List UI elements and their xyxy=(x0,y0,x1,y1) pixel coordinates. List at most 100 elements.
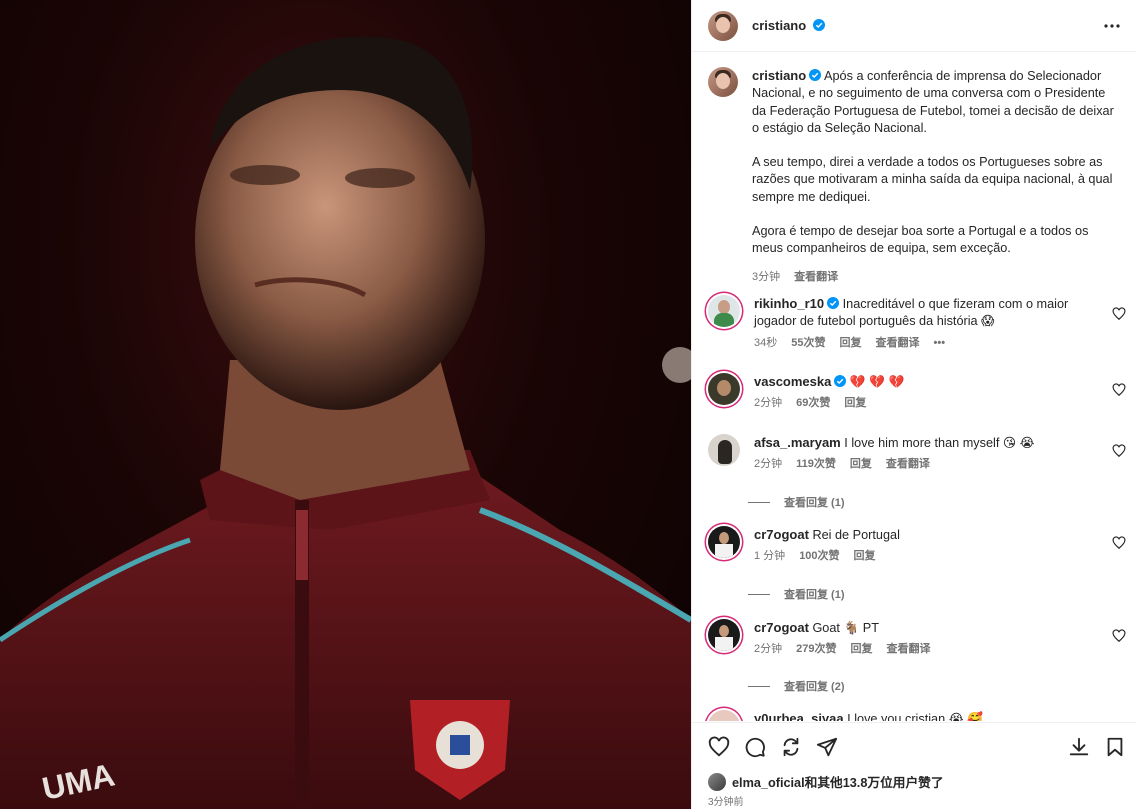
action-bar xyxy=(692,722,1136,770)
liker-avatar xyxy=(708,772,726,791)
comment-body: cr7ogoat Rei de Portugal 1 分钟 100次赞 回复 xyxy=(754,526,1114,566)
post-photo[interactable]: UMA xyxy=(0,0,691,809)
heart-icon[interactable] xyxy=(1112,307,1126,321)
post-header: cristiano xyxy=(692,0,1136,52)
verified-icon xyxy=(834,375,847,387)
comment-time: 2分钟 xyxy=(754,397,783,410)
caption-time: 3分钟 xyxy=(752,270,781,283)
commenter-username[interactable]: cr7ogoat xyxy=(754,620,809,635)
commenter-username[interactable]: y0urbea_siyaa xyxy=(754,711,844,721)
caption-paragraph: A seu tempo, direi a verdade a todos os … xyxy=(752,155,1113,204)
heart-icon[interactable] xyxy=(1112,629,1126,643)
bookmark-icon[interactable] xyxy=(1104,736,1126,758)
commenter-avatar[interactable] xyxy=(708,373,740,405)
caption-meta: 3分钟 查看翻译 xyxy=(752,269,1120,286)
comment-item: afsa_.maryam I love him more than myself… xyxy=(692,434,1136,474)
comment-meta: 2分钟 69次赞 回复 xyxy=(754,395,1114,412)
likes-summary[interactable]: elma_oficial和其他13.8万位用户赞了 xyxy=(708,772,944,791)
verified-icon xyxy=(809,69,822,81)
caption-paragraph: Agora é tempo de desejar boa sorte a Por… xyxy=(752,224,1089,256)
commenter-avatar[interactable] xyxy=(708,710,740,721)
reply-button[interactable]: 回复 xyxy=(844,395,866,412)
photo-illustration: UMA xyxy=(0,36,691,809)
heart-icon[interactable] xyxy=(708,736,730,758)
caption-paragraph: cristiano Após a conferência de imprensa… xyxy=(752,67,1120,137)
comment-item: cr7ogoat Rei de Portugal 1 分钟 100次赞 回复 xyxy=(692,526,1136,566)
author-username[interactable]: cristiano xyxy=(752,18,806,33)
send-icon[interactable] xyxy=(816,736,838,758)
post-time: 3分钟前 xyxy=(708,797,744,808)
share-icon[interactable] xyxy=(780,736,802,758)
author-name-block: cristiano xyxy=(752,18,1102,33)
comment-meta: 2分钟 119次赞 回复 查看翻译 xyxy=(754,456,1114,473)
comment-likes[interactable]: 69次赞 xyxy=(796,395,830,412)
heart-icon[interactable] xyxy=(1112,383,1126,397)
reply-button[interactable]: 回复 xyxy=(840,335,862,352)
instagram-post-viewer: UMA cristiano cristiano Após a conferênc… xyxy=(0,0,1136,809)
reply-button[interactable]: 回复 xyxy=(850,641,872,658)
commenter-username[interactable]: vascomeska xyxy=(754,374,831,389)
view-replies-button[interactable]: 查看回复 (2) xyxy=(748,678,845,694)
caption-text: Após a conferência de imprensa do Seleci… xyxy=(752,69,1114,135)
reply-button[interactable]: 回复 xyxy=(850,456,872,473)
comment-text: Rei de Portugal xyxy=(812,528,900,542)
comment-item: cr7ogoat Goat 🐐 PT 2分钟 279次赞 回复 查看翻译 xyxy=(692,619,1136,659)
comment-meta: 2分钟 279次赞 回复 查看翻译 xyxy=(754,641,1114,658)
translate-button[interactable]: 查看翻译 xyxy=(794,269,838,286)
verified-icon xyxy=(812,19,825,31)
comment-more-icon[interactable]: ••• xyxy=(934,335,946,352)
caption-username[interactable]: cristiano xyxy=(752,68,806,83)
reply-button[interactable]: 回复 xyxy=(854,548,876,565)
commenter-avatar[interactable] xyxy=(708,619,740,651)
comment-item: y0urbea_siyaa I love you cristian 😭 🥰 xyxy=(692,710,1136,721)
comment-likes[interactable]: 279次赞 xyxy=(796,641,836,658)
comment-item: vascomeska 💔 💔 💔 2分钟 69次赞 回复 xyxy=(692,373,1136,413)
commenter-avatar[interactable] xyxy=(708,434,740,466)
comment-item: rikinho_r10 Inacreditável o que fizeram … xyxy=(692,295,1136,352)
translate-button[interactable]: 查看翻译 xyxy=(876,335,920,352)
commenter-avatar[interactable] xyxy=(708,526,740,558)
caption-avatar[interactable] xyxy=(708,67,738,97)
post-panel: cristiano cristiano Após a conferência d… xyxy=(691,0,1136,809)
commenter-username[interactable]: rikinho_r10 xyxy=(754,296,824,311)
translate-button[interactable]: 查看翻译 xyxy=(886,456,930,473)
verified-icon xyxy=(827,297,840,309)
heart-icon[interactable] xyxy=(1112,444,1126,458)
comment-likes[interactable]: 100次赞 xyxy=(799,548,839,565)
comment-body: y0urbea_siyaa I love you cristian 😭 🥰 xyxy=(754,710,1114,721)
comment-text: I love you cristian 😭 🥰 xyxy=(847,712,983,721)
comment-likes[interactable]: 119次赞 xyxy=(796,456,836,473)
comment-meta: 34秒 55次赞 回复 查看翻译 ••• xyxy=(754,335,1114,352)
caption-body: cristiano Após a conferência de imprensa… xyxy=(752,67,1120,286)
more-icon[interactable] xyxy=(1102,16,1122,36)
likes-text: elma_oficial和其他13.8万位用户赞了 xyxy=(732,776,944,790)
comment-body: rikinho_r10 Inacreditável o que fizeram … xyxy=(754,295,1114,352)
view-replies-label: 查看回复 (2) xyxy=(784,681,845,693)
author-avatar[interactable] xyxy=(708,10,738,41)
comment-text: 💔 💔 💔 xyxy=(849,375,905,389)
commenter-username[interactable]: cr7ogoat xyxy=(754,527,809,542)
comment-time: 2分钟 xyxy=(754,458,783,471)
download-icon[interactable] xyxy=(1068,736,1090,758)
comment-likes[interactable]: 55次赞 xyxy=(791,335,825,352)
view-replies-button[interactable]: 查看回复 (1) xyxy=(748,494,845,510)
comment-time: 34秒 xyxy=(754,336,778,349)
comment-body: vascomeska 💔 💔 💔 2分钟 69次赞 回复 xyxy=(754,373,1114,413)
comment-body: cr7ogoat Goat 🐐 PT 2分钟 279次赞 回复 查看翻译 xyxy=(754,619,1114,659)
commenter-avatar[interactable] xyxy=(708,295,740,327)
view-replies-label: 查看回复 (1) xyxy=(784,589,845,601)
comment-body: afsa_.maryam I love him more than myself… xyxy=(754,434,1114,474)
view-replies-label: 查看回复 (1) xyxy=(784,497,845,509)
comment-time: 1 分钟 xyxy=(754,550,786,563)
comment-meta: 1 分钟 100次赞 回复 xyxy=(754,548,1114,565)
comment-text: I love him more than myself 😘 😭 xyxy=(844,436,1035,450)
view-replies-button[interactable]: 查看回复 (1) xyxy=(748,586,845,602)
comment-text: Goat 🐐 PT xyxy=(812,621,880,635)
comment-time: 2分钟 xyxy=(754,643,783,656)
commenter-username[interactable]: afsa_.maryam xyxy=(754,435,841,450)
comments-scroll[interactable]: cristiano Após a conferência de imprensa… xyxy=(692,53,1136,721)
comment-icon[interactable] xyxy=(744,736,766,758)
heart-icon[interactable] xyxy=(1112,536,1126,550)
post-caption: cristiano Após a conferência de imprensa… xyxy=(692,53,1136,286)
translate-button[interactable]: 查看翻译 xyxy=(886,641,930,658)
